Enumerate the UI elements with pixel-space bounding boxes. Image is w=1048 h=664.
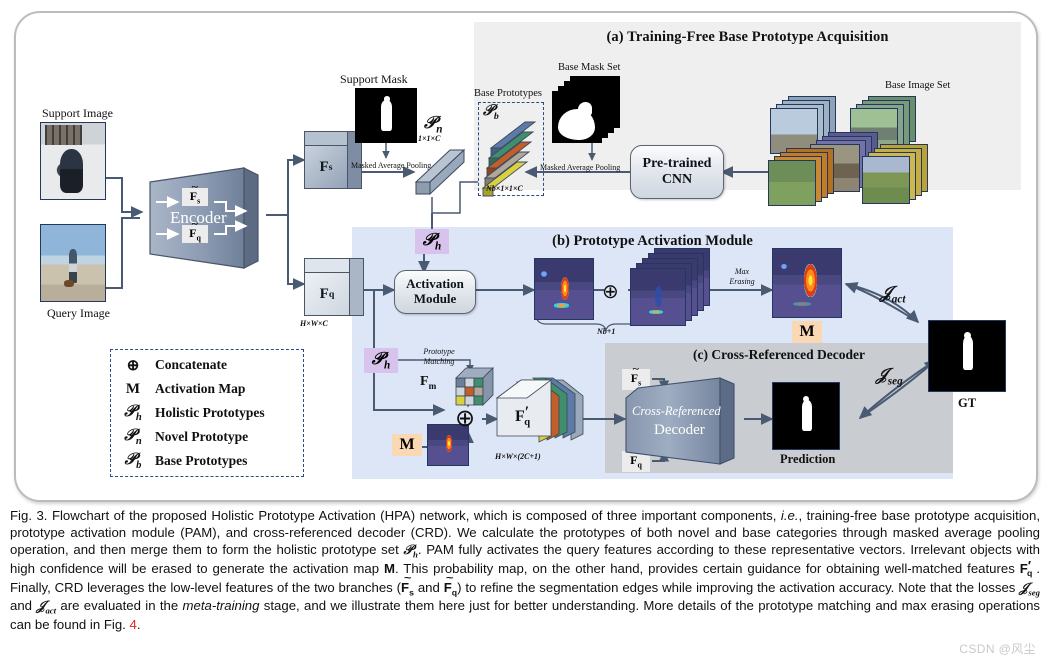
ground-truth-label: GT — [958, 396, 977, 410]
legend-label-base-prototypes: Base Prototypes — [155, 453, 248, 468]
caption-fs-tilde: Fs — [401, 580, 414, 598]
concat-plus-icon-upper: ⊕ — [602, 281, 619, 303]
base-mask-set-label: Base Mask Set — [558, 62, 621, 73]
activation-module-label: Activation Module — [406, 276, 464, 306]
feature-fq-prime-dims: H×W×(2C+1) — [495, 452, 541, 461]
activation-map-symbol-lower: M — [399, 436, 415, 453]
feature-fq-dims: H×W×C — [300, 319, 328, 328]
support-mask-label: Support Mask — [340, 72, 408, 86]
caption-part8: are evaluated in the — [56, 598, 183, 614]
activation-module-box: Activation Module — [394, 270, 476, 314]
legend-item-novel-prototype: 𝒫n Novel Prototype — [111, 425, 303, 449]
query-image-label: Query Image — [47, 306, 110, 320]
support-image-thumbnail — [40, 122, 106, 200]
legend-item-activation-map: M Activation Map — [111, 377, 303, 401]
legend-label-holistic-prototypes: Holistic Prototypes — [155, 405, 265, 420]
holistic-prototype-chip-top: 𝒫h — [415, 229, 449, 254]
caption-fq-prime: F′q — [1019, 557, 1033, 579]
caption-fq-tilde: Fq — [444, 580, 457, 598]
query-image-thumbnail — [40, 224, 106, 302]
holistic-prototype-symbol-bottom: 𝒫h — [371, 349, 391, 372]
caption-jact: 𝒥act — [36, 598, 57, 617]
caption-part7: and — [10, 598, 37, 614]
feature-query-tilde-label: Fq — [189, 226, 201, 242]
feature-query-tilde-chip: Fq — [182, 225, 208, 243]
figure-root: (a) Training-Free Base Prototype Acquisi… — [0, 0, 1048, 664]
activation-heatmap-primary — [534, 258, 594, 320]
prediction-thumbnail — [772, 382, 840, 450]
caption-and: and — [413, 579, 444, 595]
feature-fs-cube: Fs — [304, 131, 362, 189]
base-prototypes-dims: Nb×1×1×C — [486, 184, 523, 193]
holistic-prototypes-icon: 𝒫h — [124, 402, 142, 424]
legend-label-concatenate: Concatenate — [155, 357, 227, 372]
prediction-label: Prediction — [780, 452, 836, 466]
feature-fq-prime-label: F′q — [515, 404, 531, 429]
concat-count-label: Nb+1 — [597, 327, 616, 336]
legend-item-holistic-prototypes: 𝒫h Holistic Prototypes — [111, 401, 303, 425]
novel-prototype-icon: 𝒫n — [124, 426, 142, 448]
legend-label-novel-prototype: Novel Prototype — [155, 429, 249, 444]
novel-prototype-bar — [414, 148, 466, 196]
caption-ie: i.e. — [780, 508, 799, 523]
caption-part4: . This probability map, on the other han… — [394, 560, 1020, 576]
feature-fm-label: Fm — [420, 374, 437, 391]
max-erasing-label: Max Erasing — [729, 267, 755, 287]
caption-m: M — [383, 560, 395, 576]
activation-map-icon: M — [125, 380, 141, 397]
caption-part6: ) to refine the segmentation edges while… — [457, 579, 1020, 595]
decoder-label-line2: Decoder — [654, 422, 705, 438]
feature-support-tilde-label: Fs — [190, 189, 200, 205]
feature-fm-cube — [455, 367, 494, 406]
base-image-set-label: Base Image Set — [885, 80, 951, 91]
base-prototypes-icon: 𝒫b — [124, 450, 142, 472]
concat-plus-icon-lower: ⊕ — [455, 406, 476, 432]
legend-item-concatenate: ⊕ Concatenate — [111, 353, 303, 377]
caption-fig-ref[interactable]: 4 — [130, 617, 137, 632]
feature-fq-label: Fq — [319, 285, 335, 302]
csdn-watermark: CSDN @风尘 — [959, 642, 1036, 656]
pretrained-cnn-label: Pre-trained CNN — [642, 156, 712, 187]
loss-seg-symbol: 𝒥seg — [876, 365, 903, 388]
pretrained-cnn-box: Pre-trained CNN — [630, 145, 724, 199]
base-prototypes-bars — [481, 121, 537, 197]
legend-label-activation-map: Activation Map — [155, 381, 246, 396]
figure-caption: Fig. 3. Flowchart of the proposed Holist… — [10, 508, 1040, 634]
caption-meta-training: meta-training — [182, 598, 260, 614]
prototype-matching-label: Prototype Matching — [423, 347, 455, 367]
caption-part1: Fig. 3. Flowchart of the proposed Holist… — [10, 508, 781, 523]
masked-average-pooling-label-base: Masked Average Pooling — [540, 163, 621, 172]
legend-box: ⊕ Concatenate M Activation Map 𝒫h Holist… — [110, 349, 304, 477]
holistic-prototype-chip-bottom: 𝒫h — [364, 348, 398, 373]
support-image-label: Support Image — [42, 106, 113, 120]
novel-prototype-symbol: 𝒫n — [424, 113, 443, 136]
feature-fs-label: Fs — [319, 158, 333, 175]
legend-item-base-prototypes: 𝒫b Base Prototypes — [111, 449, 303, 473]
holistic-prototype-symbol-top: 𝒫h — [422, 230, 442, 253]
activation-map-symbol-chip: M — [792, 321, 822, 343]
caption-ph: 𝒫h — [403, 541, 418, 560]
loss-act-symbol: 𝒥act — [880, 283, 906, 306]
concatenate-icon: ⊕ — [126, 357, 140, 374]
support-mask-thumbnail — [355, 88, 417, 143]
feature-fq-cube: Fq — [304, 258, 364, 316]
caption-period: . — [136, 617, 141, 633]
activation-map-symbol: M — [799, 323, 815, 340]
activation-map-thumbnail — [772, 248, 842, 318]
feature-fq-prime-cube — [495, 377, 584, 443]
base-prototypes-label: Base Prototypes — [474, 88, 542, 99]
activation-map-symbol-chip-lower: M — [392, 434, 422, 456]
novel-prototype-dims: 1×1×C — [418, 134, 441, 143]
decoder-label-line1: Cross-Referenced — [632, 404, 721, 418]
feature-support-tilde-chip: Fs — [182, 188, 208, 206]
caption-jseg: 𝒥seg — [1019, 579, 1040, 598]
ground-truth-thumbnail — [928, 320, 1006, 392]
